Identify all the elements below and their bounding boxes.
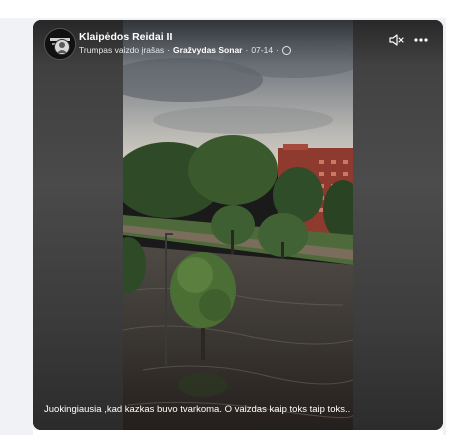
author-name-link[interactable]: Gražvydas Sonar	[173, 45, 242, 55]
globe-icon	[281, 45, 291, 55]
author-avatar[interactable]	[54, 39, 70, 55]
speaker-muted-icon[interactable]	[388, 32, 404, 48]
post-date-link[interactable]: 07-14	[251, 45, 273, 55]
post-meta: Trumpas vaizdo įrašas · Gražvydas Sonar …	[79, 45, 291, 55]
post-header: Klaipėdos Reidai II Trumpas vaizdo įraša…	[33, 20, 443, 66]
meta-separator: ·	[245, 45, 249, 55]
page-right-edge	[446, 0, 453, 435]
page-top-bar	[0, 0, 453, 18]
next-post-edge	[33, 430, 443, 435]
video-blur-left	[33, 20, 123, 430]
video-blur-right	[353, 20, 443, 430]
post-type-label: Trumpas vaizdo įrašas	[79, 45, 165, 55]
page-name-link[interactable]: Klaipėdos Reidai II	[79, 31, 172, 43]
video-frame	[123, 20, 353, 430]
video-player[interactable]	[123, 20, 353, 430]
post-caption: Juokingiausia ,kad kazkas buvo tvarkoma.…	[44, 404, 351, 415]
reel-post-card[interactable]: Klaipėdos Reidai II Trumpas vaizdo įraša…	[33, 20, 443, 430]
meta-separator: ·	[276, 45, 279, 55]
meta-separator: ·	[167, 45, 171, 55]
more-dots-icon[interactable]	[413, 33, 429, 47]
